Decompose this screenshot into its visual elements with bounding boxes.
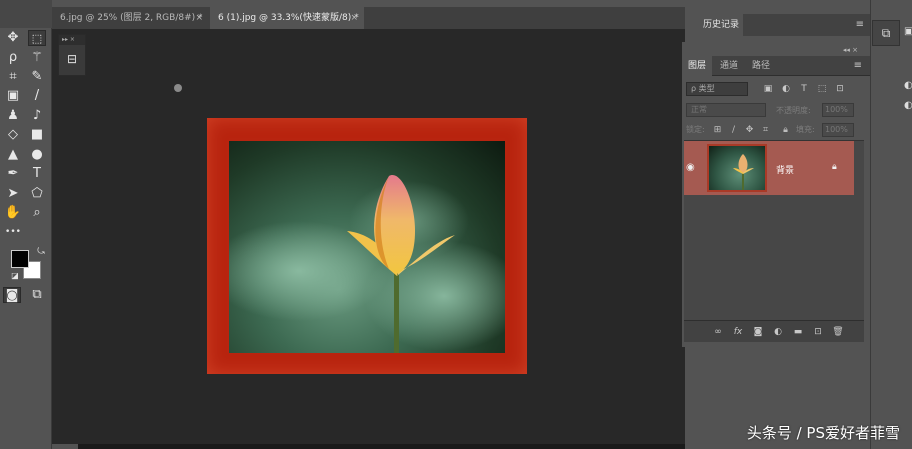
lock-transparent-icon[interactable]: ⊞ [712, 123, 723, 137]
close-icon[interactable]: × [350, 7, 358, 29]
canvas-scrollbar[interactable] [78, 444, 685, 449]
lock-row: 锁定: ⊞ / ✥ ⌗ 🔒︎ 填充: 100% [686, 123, 862, 137]
tab-document-1[interactable]: 6.jpg @ 25% (图层 2, RGB/8#) * × [52, 7, 209, 29]
more-tools-icon[interactable]: ••• [4, 224, 22, 240]
lock-label: 锁定: [686, 125, 705, 134]
watermark: 头条号 / PS爱好者菲雪 [746, 424, 900, 442]
delete-layer-icon[interactable]: 🗑︎ [832, 325, 844, 339]
tab-document-2[interactable]: 6 (1).jpg @ 33.3%(快速蒙版/8) * × [210, 7, 364, 29]
layers-scrollbar[interactable] [862, 82, 870, 322]
crop-icon[interactable]: ⌗ [4, 69, 22, 85]
fx-icon[interactable]: fx [732, 325, 744, 339]
tab-label: 6.jpg @ 25% (图层 2, RGB/8#) * [60, 13, 203, 23]
dock-icon[interactable]: ◐ [904, 80, 912, 91]
history-brush-icon[interactable]: ♪ [28, 108, 46, 124]
screen-mode-icon[interactable]: ⧉ [28, 287, 46, 303]
image-filter-icon[interactable]: ▣ [762, 82, 774, 96]
move-icon[interactable]: ✥ [4, 30, 22, 46]
add-mask-icon[interactable]: ◙ [752, 325, 764, 339]
tab-history[interactable]: 历史记录 [695, 14, 743, 36]
tab-layers[interactable]: 图层 [682, 56, 713, 76]
lock-all-icon[interactable]: 🔒︎ [780, 123, 791, 137]
eyedropper-icon[interactable]: ✎ [28, 69, 46, 85]
lotus-photo [229, 141, 505, 353]
history-panel: 历史记录 ≡ [695, 14, 870, 36]
swap-colors-icon[interactable]: ⤿ [32, 244, 50, 260]
fill-field[interactable]: 100% [822, 123, 854, 137]
lock-icon: 🔒︎ [832, 162, 837, 172]
properties-icon[interactable]: ⧉ [872, 20, 900, 46]
collapsed-panel[interactable]: ▸▸ × ⊟ [58, 34, 86, 76]
hand-icon[interactable]: ✋ [4, 205, 22, 221]
panel-menu-icon[interactable]: ≡ [856, 19, 864, 30]
gradient-icon[interactable]: ■ [28, 127, 46, 143]
layers-panel-tabs: 图层 通道 路径 ≡ [682, 56, 870, 76]
eye-icon[interactable]: ◉ [686, 162, 695, 173]
type-icon[interactable]: T [28, 166, 46, 182]
type-filter-icon[interactable]: T [798, 82, 810, 96]
layer-filter-row: ρ 类型 ▣ ◐ T ⬚ ⊡ [686, 82, 854, 96]
filter-kind-select[interactable]: ρ 类型 [686, 82, 748, 96]
lasso-icon[interactable]: ρ [4, 50, 22, 66]
opacity-field[interactable]: 100% [822, 103, 854, 117]
quick-mask-icon[interactable]: ◙ [3, 287, 21, 303]
zoom-icon[interactable]: ⌕ [28, 205, 46, 221]
blur-icon[interactable]: ▲ [4, 147, 22, 163]
filter-toggle[interactable] [174, 84, 182, 92]
layers-panel-footer: ∞ fx ◙ ◐ ▬ ⊡ 🗑︎ [684, 320, 864, 342]
adjustment-layer-icon[interactable]: ◐ [772, 325, 784, 339]
collapse-icon[interactable]: ◂◂ × [843, 46, 858, 54]
shape-icon[interactable]: ⬠ [28, 186, 46, 202]
frame-icon[interactable]: ▣ [4, 88, 22, 104]
dodge-icon[interactable]: ● [28, 147, 46, 163]
shape-filter-icon[interactable]: ⬚ [816, 82, 828, 96]
new-group-icon[interactable]: ▬ [792, 325, 804, 339]
adjustment-filter-icon[interactable]: ◐ [780, 82, 792, 96]
document-tab-bar: 6.jpg @ 25% (图层 2, RGB/8#) * × 6 (1).jpg… [52, 7, 685, 29]
dock-icon[interactable]: ▣ [904, 26, 912, 37]
eraser-icon[interactable]: ◇ [4, 127, 22, 143]
lock-position-icon[interactable]: ✥ [744, 123, 755, 137]
new-layer-icon[interactable]: ⊡ [812, 325, 824, 339]
tab-label: 6 (1).jpg @ 33.3%(快速蒙版/8) * [218, 13, 359, 23]
pen-icon[interactable]: ✒ [4, 166, 22, 182]
brush-icon[interactable]: / [28, 88, 46, 104]
layer-name[interactable]: 背景 [776, 163, 794, 176]
opacity-label: 不透明度: [776, 106, 811, 115]
path-select-icon[interactable]: ➤ [4, 186, 22, 202]
lock-pixels-icon[interactable]: / [728, 123, 739, 137]
tools-panel-header[interactable] [0, 0, 52, 28]
link-layers-icon[interactable]: ∞ [712, 325, 724, 339]
dock-icon[interactable]: ◐ [904, 100, 912, 111]
layer-thumbnail [707, 144, 767, 192]
smart-object-filter-icon[interactable]: ⊡ [834, 82, 846, 96]
right-dock [870, 0, 912, 449]
collapsed-panel-header[interactable]: ▸▸ × [59, 35, 85, 45]
foreground-color-swatch[interactable] [11, 250, 29, 268]
default-colors-icon[interactable]: ◪ [6, 268, 24, 284]
stamp-icon[interactable]: ♟ [4, 108, 22, 124]
fill-label: 填充: [796, 125, 815, 134]
tab-paths[interactable]: 路径 [746, 56, 776, 76]
lock-artboard-icon[interactable]: ⌗ [760, 123, 771, 137]
marquee-icon[interactable]: ⬚ [28, 30, 46, 46]
magic-wand-icon[interactable]: ⚚ [28, 50, 46, 66]
panel-menu-icon[interactable]: ≡ [854, 60, 862, 71]
lotus-image [229, 175, 505, 353]
layer-thumbnail-image [733, 154, 754, 190]
tab-channels[interactable]: 通道 [714, 56, 744, 76]
panel-icon[interactable]: ⊟ [59, 45, 85, 73]
close-icon[interactable]: × [195, 7, 203, 29]
blend-mode-select[interactable]: 正常 [686, 103, 766, 117]
